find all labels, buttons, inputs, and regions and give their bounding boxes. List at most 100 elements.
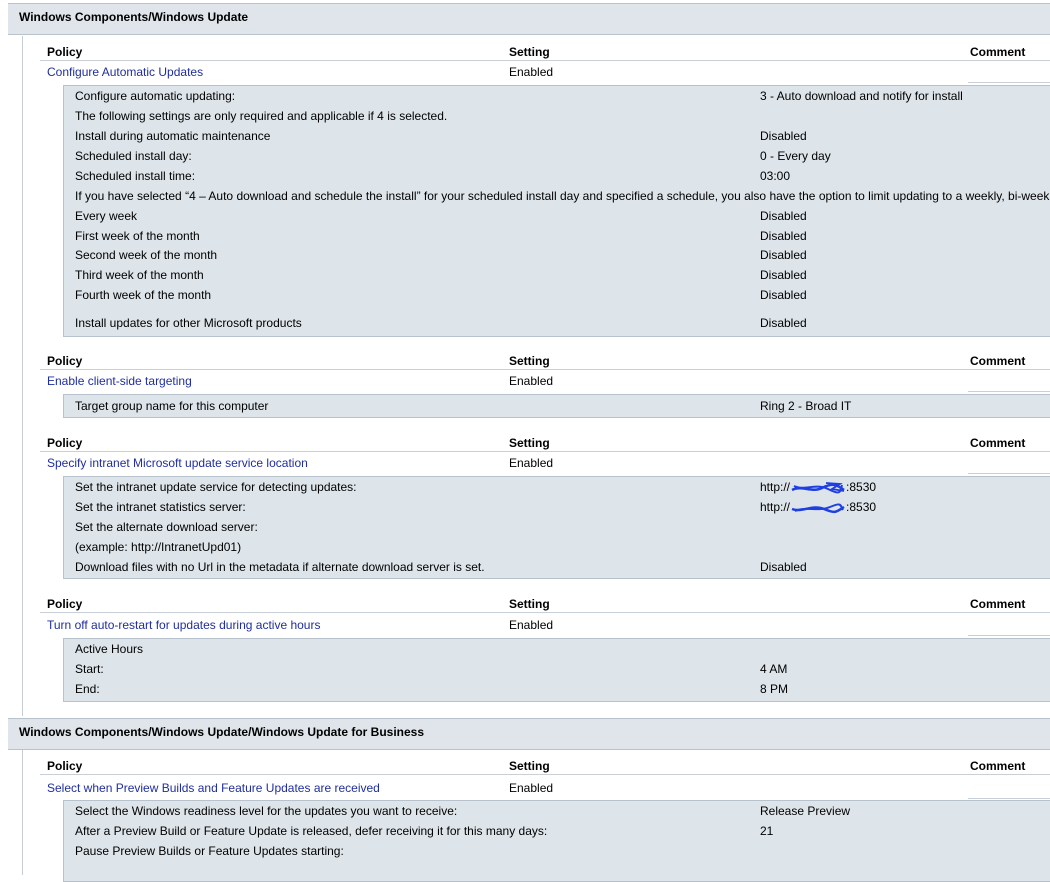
setting-value: http:// :8530 (760, 480, 876, 494)
comment-column-header: Comment (970, 45, 1026, 59)
setting-label: Install during automatic maintenance (75, 129, 271, 143)
policy-link-configure-automatic-updates[interactable]: Configure Automatic Updates (47, 65, 203, 79)
section-header-windows-update-for-business[interactable]: Windows Components/Windows Update/Window… (8, 718, 1050, 750)
setting-column-header: Setting (509, 436, 550, 450)
setting-row: Download files with no Url in the metada… (75, 558, 1050, 578)
policy-row: Configure Automatic Updates Enabled (40, 61, 1050, 83)
comment-divider (968, 798, 1050, 799)
setting-column-header: Setting (509, 45, 550, 59)
setting-label: First week of the month (75, 229, 200, 243)
setting-label: Install updates for other Microsoft prod… (75, 316, 302, 330)
policy-link-select-preview-builds[interactable]: Select when Preview Builds and Feature U… (47, 781, 380, 795)
setting-row: Install updates for other Microsoft prod… (75, 314, 1050, 334)
policy-settings-panel: Target group name for this computer Ring … (63, 394, 1050, 418)
policy-state: Enabled (509, 65, 554, 79)
setting-row: Scheduled install day: 0 - Every day (75, 147, 1050, 167)
tree-guide-line (22, 749, 23, 875)
setting-row: Set the intranet update service for dete… (75, 478, 1050, 498)
setting-value: 3 - Auto download and notify for install (760, 89, 963, 103)
setting-row: If you have selected “4 – Auto download … (75, 187, 1050, 207)
setting-row: The following settings are only required… (75, 107, 1050, 127)
policy-state: Enabled (509, 374, 554, 388)
policy-row: Turn off auto-restart for updates during… (40, 614, 1050, 636)
setting-value: 0 - Every day (760, 149, 831, 163)
setting-label: Third week of the month (75, 268, 204, 282)
setting-row: Second week of the month Disabled (75, 246, 1050, 266)
policy-column-header: Policy (47, 436, 83, 450)
setting-value: Disabled (760, 288, 807, 302)
setting-label: Set the intranet update service for dete… (75, 480, 357, 494)
url-scheme: http:// (760, 480, 791, 494)
setting-label: Active Hours (75, 642, 144, 656)
setting-value: 8 PM (760, 682, 789, 696)
setting-row: After a Preview Build or Feature Update … (75, 822, 1050, 842)
setting-row: Select the Windows readiness level for t… (75, 802, 1050, 822)
setting-row: (example: http://IntranetUpd01) (75, 538, 1050, 558)
setting-label: Set the alternate download server: (75, 520, 258, 534)
setting-row: Scheduled install time: 03:00 (75, 167, 1050, 187)
setting-label: Pause Preview Builds or Feature Updates … (75, 844, 344, 858)
policy-link-specify-intranet-update-location[interactable]: Specify intranet Microsoft update servic… (47, 456, 308, 470)
policy-row: Select when Preview Builds and Feature U… (40, 777, 1050, 799)
comment-column-header: Comment (970, 597, 1026, 611)
redaction-scribble-icon (791, 481, 845, 494)
setting-row: End: 8 PM (75, 680, 1050, 700)
url-port: :8530 (846, 500, 877, 514)
section-title: Windows Components/Windows Update/Window… (19, 725, 425, 739)
setting-label: Download files with no Url in the metada… (75, 560, 485, 574)
setting-column-header: Setting (509, 759, 550, 773)
setting-label: Target group name for this computer (75, 399, 269, 413)
setting-row: Start: 4 AM (75, 660, 1050, 680)
setting-label: The following settings are only required… (75, 109, 448, 123)
policy-table-header: Policy Setting Comment (40, 347, 1050, 370)
setting-value: Release Preview (760, 804, 851, 818)
comment-divider (968, 82, 1050, 83)
comment-column-header: Comment (970, 436, 1026, 450)
section-header-windows-update[interactable]: Windows Components/Windows Update (8, 3, 1050, 35)
policy-link-turn-off-auto-restart[interactable]: Turn off auto-restart for updates during… (47, 618, 320, 632)
setting-label: If you have selected “4 – Auto download … (75, 189, 1050, 203)
setting-value: Disabled (760, 229, 807, 243)
section-title: Windows Components/Windows Update (19, 10, 249, 24)
setting-row: Set the intranet statistics server: http… (75, 498, 1050, 518)
policy-settings-panel: Set the intranet update service for dete… (63, 476, 1050, 579)
policy-row: Specify intranet Microsoft update servic… (40, 452, 1050, 474)
setting-row: Target group name for this computer Ring … (75, 397, 1050, 417)
setting-label: After a Preview Build or Feature Update … (75, 824, 548, 838)
policy-table-header: Policy Setting Comment (40, 429, 1050, 452)
comment-divider (968, 473, 1050, 474)
url-scheme: http:// (760, 500, 791, 514)
policy-settings-panel: Active Hours Start: 4 AM End: 8 PM (63, 638, 1050, 702)
comment-column-header: Comment (970, 354, 1026, 368)
url-port: :8530 (846, 480, 877, 494)
setting-value: Disabled (760, 209, 807, 223)
policy-column-header: Policy (47, 354, 83, 368)
policy-state: Enabled (509, 781, 554, 795)
setting-value: Disabled (760, 129, 807, 143)
setting-value: 4 AM (760, 662, 788, 676)
redacted-hostname (790, 502, 846, 514)
policy-table-header: Policy Setting Comment (40, 752, 1050, 775)
policy-link-enable-client-side-targeting[interactable]: Enable client-side targeting (47, 374, 192, 388)
setting-value: 21 (760, 824, 774, 838)
policy-settings-panel: Configure automatic updating: 3 - Auto do… (63, 85, 1050, 337)
setting-value: Disabled (760, 248, 807, 262)
redaction-scribble-icon (791, 503, 845, 513)
setting-row: First week of the month Disabled (75, 227, 1050, 247)
policy-column-header: Policy (47, 597, 83, 611)
setting-row: Third week of the month Disabled (75, 266, 1050, 286)
setting-value: Ring 2 - Broad IT (760, 399, 852, 413)
setting-label: Fourth week of the month (75, 288, 212, 302)
setting-value: 03:00 (760, 169, 791, 183)
setting-value: http:// :8530 (760, 500, 876, 514)
setting-label: (example: http://IntranetUpd01) (75, 540, 242, 554)
policy-state: Enabled (509, 456, 554, 470)
setting-value: Disabled (760, 560, 807, 574)
setting-column-header: Setting (509, 354, 550, 368)
setting-value: Disabled (760, 268, 807, 282)
setting-label: Configure automatic updating: (75, 89, 236, 103)
setting-row: Fourth week of the month Disabled (75, 286, 1050, 306)
setting-label: Second week of the month (75, 248, 218, 262)
setting-row: Pause Preview Builds or Feature Updates … (75, 842, 1050, 862)
setting-value: Disabled (760, 316, 807, 330)
